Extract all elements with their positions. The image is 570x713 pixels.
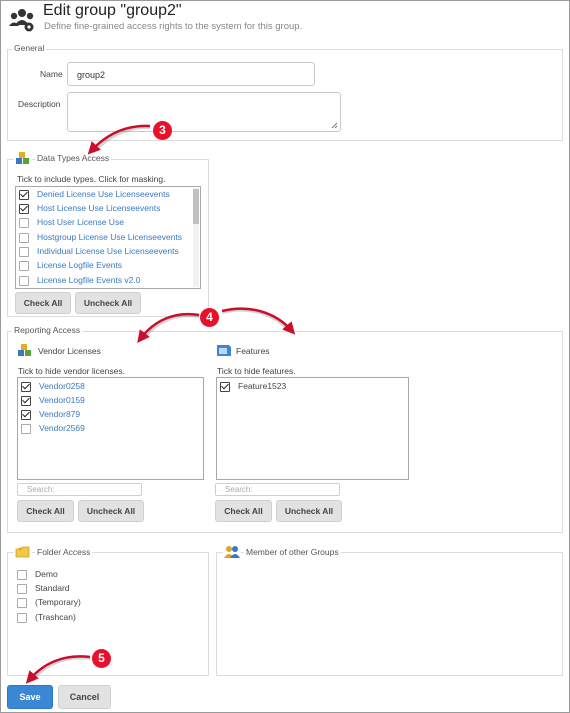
resize-grip-icon[interactable]	[331, 122, 338, 129]
checkbox[interactable]	[19, 190, 29, 200]
features-search-input[interactable]: Search:	[215, 483, 340, 496]
features-instruction: Tick to hide features.	[217, 366, 296, 376]
checkbox[interactable]	[21, 424, 31, 434]
item-label[interactable]: Host License Use Licenseevents	[37, 203, 160, 213]
checkbox[interactable]	[21, 396, 31, 406]
features-check-all-button[interactable]: Check All	[215, 500, 272, 522]
scrollbar-thumb[interactable]	[193, 189, 199, 224]
vendor-check-all-button[interactable]: Check All	[17, 500, 74, 522]
checkbox[interactable]	[220, 382, 230, 392]
member-groups-legend: Member of other Groups	[244, 547, 341, 557]
vendor-list: Vendor0258 Vendor0159 Vendor879 Vendor25…	[17, 377, 204, 480]
vendor-search-placeholder: Search:	[27, 485, 55, 494]
item-label[interactable]: License Logfile Events	[37, 260, 122, 270]
folder-access-legend: Folder Access	[35, 547, 93, 557]
item-label[interactable]: License Logfile Events v2.0	[37, 275, 140, 285]
vendor-instruction: Tick to hide vendor licenses.	[18, 366, 125, 376]
item-label[interactable]: (Trashcan)	[35, 612, 76, 622]
list-scrollbar[interactable]	[193, 188, 199, 287]
item-label[interactable]: Vendor2569	[39, 423, 85, 433]
name-input-value: group2	[77, 70, 106, 80]
checkbox[interactable]	[19, 247, 29, 257]
data-types-list: Denied License Use Licenseevents Host Li…	[15, 186, 201, 289]
description-textarea[interactable]	[67, 92, 341, 132]
page-subtitle: Define fine-grained access rights to the…	[44, 21, 303, 32]
item-label[interactable]: Standard	[35, 583, 70, 593]
item-label[interactable]: (Temporary)	[35, 597, 81, 607]
features-uncheck-all-button[interactable]: Uncheck All	[276, 500, 342, 522]
name-input[interactable]: group2	[67, 62, 315, 86]
checkbox[interactable]	[19, 204, 29, 214]
checkbox[interactable]	[21, 410, 31, 420]
data-types-icon	[14, 150, 32, 166]
checkbox[interactable]	[21, 382, 31, 392]
item-label[interactable]: Vendor0258	[39, 381, 85, 391]
vendor-licenses-icon	[16, 342, 34, 360]
data-types-uncheck-all-button[interactable]: Uncheck All	[75, 292, 141, 314]
checkbox[interactable]	[19, 233, 29, 243]
step-badge-3: 3	[153, 121, 172, 140]
item-label[interactable]: Vendor879	[39, 409, 80, 419]
checkbox[interactable]	[19, 276, 29, 286]
save-button[interactable]: Save	[7, 685, 53, 709]
name-label: Name	[40, 69, 63, 79]
checkbox[interactable]	[17, 598, 27, 608]
reporting-legend: Reporting Access	[12, 325, 83, 335]
cancel-button[interactable]: Cancel	[58, 685, 111, 709]
features-search-placeholder: Search:	[225, 485, 253, 494]
step-badge-5: 5	[92, 649, 111, 668]
data-types-instruction: Tick to include types. Click for masking…	[17, 174, 166, 184]
group-settings-icon	[8, 6, 36, 34]
checkbox[interactable]	[17, 570, 27, 580]
vendor-uncheck-all-button[interactable]: Uncheck All	[78, 500, 144, 522]
features-list: Feature1523	[216, 377, 409, 480]
checkbox[interactable]	[17, 584, 27, 594]
vendor-search-input[interactable]: Search:	[17, 483, 142, 496]
member-groups-fieldset	[216, 552, 563, 676]
item-label[interactable]: Hostgroup License Use Licenseevents	[37, 232, 182, 242]
item-label[interactable]: Demo	[35, 569, 58, 579]
features-title: Features	[236, 346, 270, 356]
member-groups-icon	[223, 544, 241, 560]
item-label[interactable]: Feature1523	[238, 381, 286, 391]
data-types-check-all-button[interactable]: Check All	[15, 292, 71, 314]
vendor-licenses-title: Vendor Licenses	[38, 346, 101, 356]
item-label[interactable]: Host User License Use	[37, 217, 124, 227]
description-label: Description	[18, 99, 61, 109]
data-types-legend: Data Types Access	[35, 153, 112, 163]
step-badge-4: 4	[200, 308, 219, 327]
checkbox[interactable]	[19, 261, 29, 271]
folder-icon	[14, 544, 32, 560]
item-label[interactable]: Vendor0159	[39, 395, 85, 405]
item-label[interactable]: Denied License Use Licenseevents	[37, 189, 170, 199]
page-title: Edit group "group2"	[43, 2, 182, 19]
general-legend: General	[12, 43, 47, 53]
checkbox[interactable]	[19, 218, 29, 228]
checkbox[interactable]	[17, 613, 27, 623]
item-label[interactable]: Individual License Use Licenseevents	[37, 246, 179, 256]
features-icon	[215, 342, 233, 360]
